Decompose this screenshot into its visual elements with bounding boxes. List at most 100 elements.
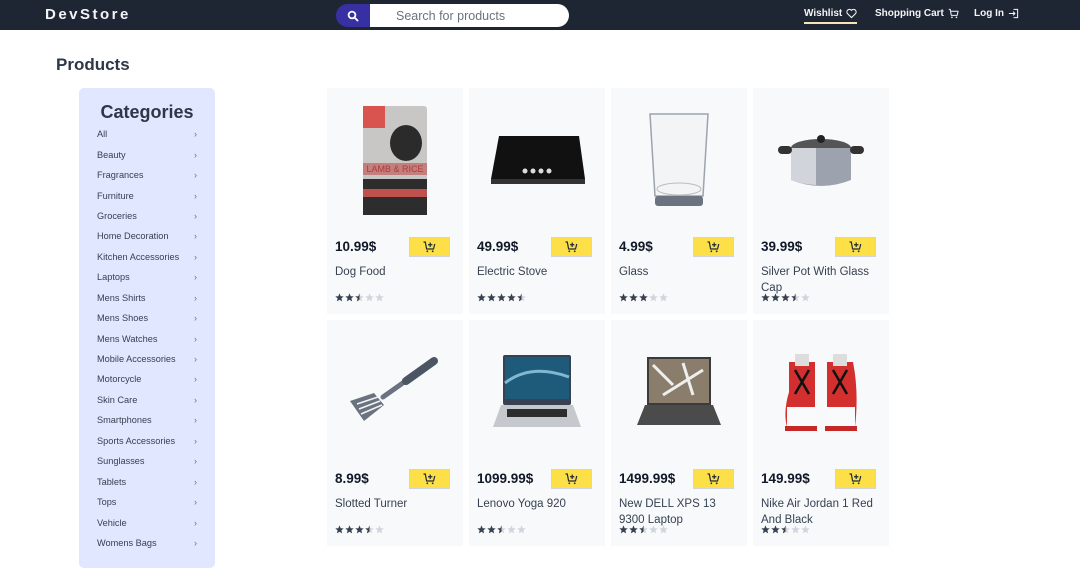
heart-icon <box>846 8 857 19</box>
category-item[interactable]: Home Decoration › <box>79 226 215 246</box>
category-item[interactable]: Mens Shirts › <box>79 288 215 308</box>
category-item[interactable]: Motorcycle › <box>79 369 215 389</box>
category-item[interactable]: Mobile Accessories › <box>79 349 215 369</box>
category-item[interactable]: Tablets › <box>79 471 215 491</box>
category-label: Home Decoration <box>97 231 169 242</box>
chevron-right-icon: › <box>194 272 197 283</box>
product-image[interactable] <box>469 320 605 465</box>
add-to-cart-button[interactable] <box>551 469 592 489</box>
product-image[interactable] <box>753 320 889 465</box>
product-name[interactable]: Nike Air Jordan 1 Red And Black <box>761 496 883 528</box>
add-to-cart-icon <box>707 473 720 485</box>
category-item[interactable]: Sports Accessories › <box>79 431 215 451</box>
product-price: 149.99$ <box>761 471 810 486</box>
star-filled-icon <box>487 293 496 302</box>
nav-cart-link[interactable]: Shopping Cart <box>875 8 959 19</box>
logo[interactable]: DevStore <box>45 6 131 23</box>
chevron-right-icon: › <box>194 292 197 303</box>
chevron-right-icon: › <box>194 456 197 467</box>
chevron-right-icon: › <box>194 537 197 548</box>
category-item[interactable]: Tops › <box>79 492 215 512</box>
product-card[interactable]: 49.99$ Electric Stove <box>469 88 605 314</box>
product-image[interactable] <box>327 320 463 465</box>
search-bar <box>336 4 569 27</box>
star-filled-icon <box>497 293 506 302</box>
product-image[interactable] <box>611 320 747 465</box>
product-price: 10.99$ <box>335 239 377 254</box>
svg-text:LAMB & RICE: LAMB & RICE <box>366 164 423 174</box>
product-name[interactable]: New DELL XPS 13 9300 Laptop <box>619 496 741 528</box>
category-label: Laptops <box>97 272 130 283</box>
product-name[interactable]: Electric Stove <box>477 264 599 280</box>
product-card[interactable]: 4.99$ Glass <box>611 88 747 314</box>
product-name[interactable]: Silver Pot With Glass Cap <box>761 264 883 296</box>
add-to-cart-button[interactable] <box>835 469 876 489</box>
nav-login-link[interactable]: Log In <box>974 8 1019 19</box>
product-rating <box>761 525 810 534</box>
product-price: 49.99$ <box>477 239 519 254</box>
category-label: Tablets <box>97 476 127 487</box>
product-image[interactable] <box>469 88 605 233</box>
category-label: Skin Care <box>97 394 138 405</box>
star-empty-icon <box>649 525 658 534</box>
category-item[interactable]: Furniture › <box>79 185 215 205</box>
category-label: Groceries <box>97 210 137 221</box>
category-item[interactable]: Groceries › <box>79 206 215 226</box>
product-name[interactable]: Glass <box>619 264 741 280</box>
product-image[interactable]: LAMB & RICE <box>327 88 463 233</box>
category-item[interactable]: All › <box>79 124 215 144</box>
product-price: 4.99$ <box>619 239 653 254</box>
chevron-right-icon: › <box>194 251 197 262</box>
star-filled-icon <box>355 525 364 534</box>
search-button[interactable] <box>336 4 370 27</box>
chevron-right-icon: › <box>194 394 197 405</box>
chevron-right-icon: › <box>194 415 197 426</box>
add-to-cart-button[interactable] <box>409 469 450 489</box>
chevron-right-icon: › <box>194 210 197 221</box>
category-item[interactable]: Kitchen Accessories › <box>79 247 215 267</box>
product-card[interactable]: 1499.99$ New DELL XPS 13 9300 Laptop <box>611 320 747 546</box>
star-empty-icon <box>375 293 384 302</box>
star-half-icon <box>497 525 506 534</box>
category-label: Mobile Accessories <box>97 354 176 365</box>
product-name[interactable]: Slotted Turner <box>335 496 457 512</box>
product-image[interactable] <box>611 88 747 233</box>
product-card[interactable]: 1099.99$ Lenovo Yoga 920 <box>469 320 605 546</box>
star-filled-icon <box>335 293 344 302</box>
product-grid: LAMB & RICE 10.99$ Dog Food 49.99$ Electric … <box>327 88 889 546</box>
add-to-cart-button[interactable] <box>835 237 876 257</box>
add-to-cart-icon <box>565 473 578 485</box>
add-to-cart-button[interactable] <box>409 237 450 257</box>
product-card[interactable]: 39.99$ Silver Pot With Glass Cap <box>753 88 889 314</box>
star-empty-icon <box>801 525 810 534</box>
category-item[interactable]: Vehicle › <box>79 512 215 532</box>
product-card[interactable]: 8.99$ Slotted Turner <box>327 320 463 546</box>
category-item[interactable]: Sunglasses › <box>79 451 215 471</box>
categories-title: Categories <box>100 102 194 122</box>
product-image[interactable] <box>753 88 889 233</box>
category-item[interactable]: Beauty › <box>79 144 215 164</box>
product-card[interactable]: LAMB & RICE 10.99$ Dog Food <box>327 88 463 314</box>
category-item[interactable]: Smartphones › <box>79 410 215 430</box>
category-item[interactable]: Mens Shoes › <box>79 308 215 328</box>
star-half-icon <box>791 293 800 302</box>
category-label: Motorcycle <box>97 374 142 385</box>
category-item[interactable]: Laptops › <box>79 267 215 287</box>
product-name[interactable]: Dog Food <box>335 264 457 280</box>
add-to-cart-button[interactable] <box>693 237 734 257</box>
product-card[interactable]: 149.99$ Nike Air Jordan 1 Red And Black <box>753 320 889 546</box>
chevron-right-icon: › <box>194 497 197 508</box>
add-to-cart-button[interactable] <box>693 469 734 489</box>
star-filled-icon <box>335 525 344 534</box>
product-name[interactable]: Lenovo Yoga 920 <box>477 496 599 512</box>
chevron-right-icon: › <box>194 190 197 201</box>
add-to-cart-button[interactable] <box>551 237 592 257</box>
category-item[interactable]: Mens Watches › <box>79 328 215 348</box>
category-item[interactable]: Skin Care › <box>79 390 215 410</box>
category-item[interactable]: Womens Bags › <box>79 533 215 553</box>
search-input[interactable] <box>370 4 569 27</box>
nav-wishlist-link[interactable]: Wishlist <box>804 8 858 24</box>
nav-cart-label: Shopping Cart <box>875 8 944 19</box>
star-filled-icon <box>619 293 628 302</box>
category-item[interactable]: Fragrances › <box>79 165 215 185</box>
